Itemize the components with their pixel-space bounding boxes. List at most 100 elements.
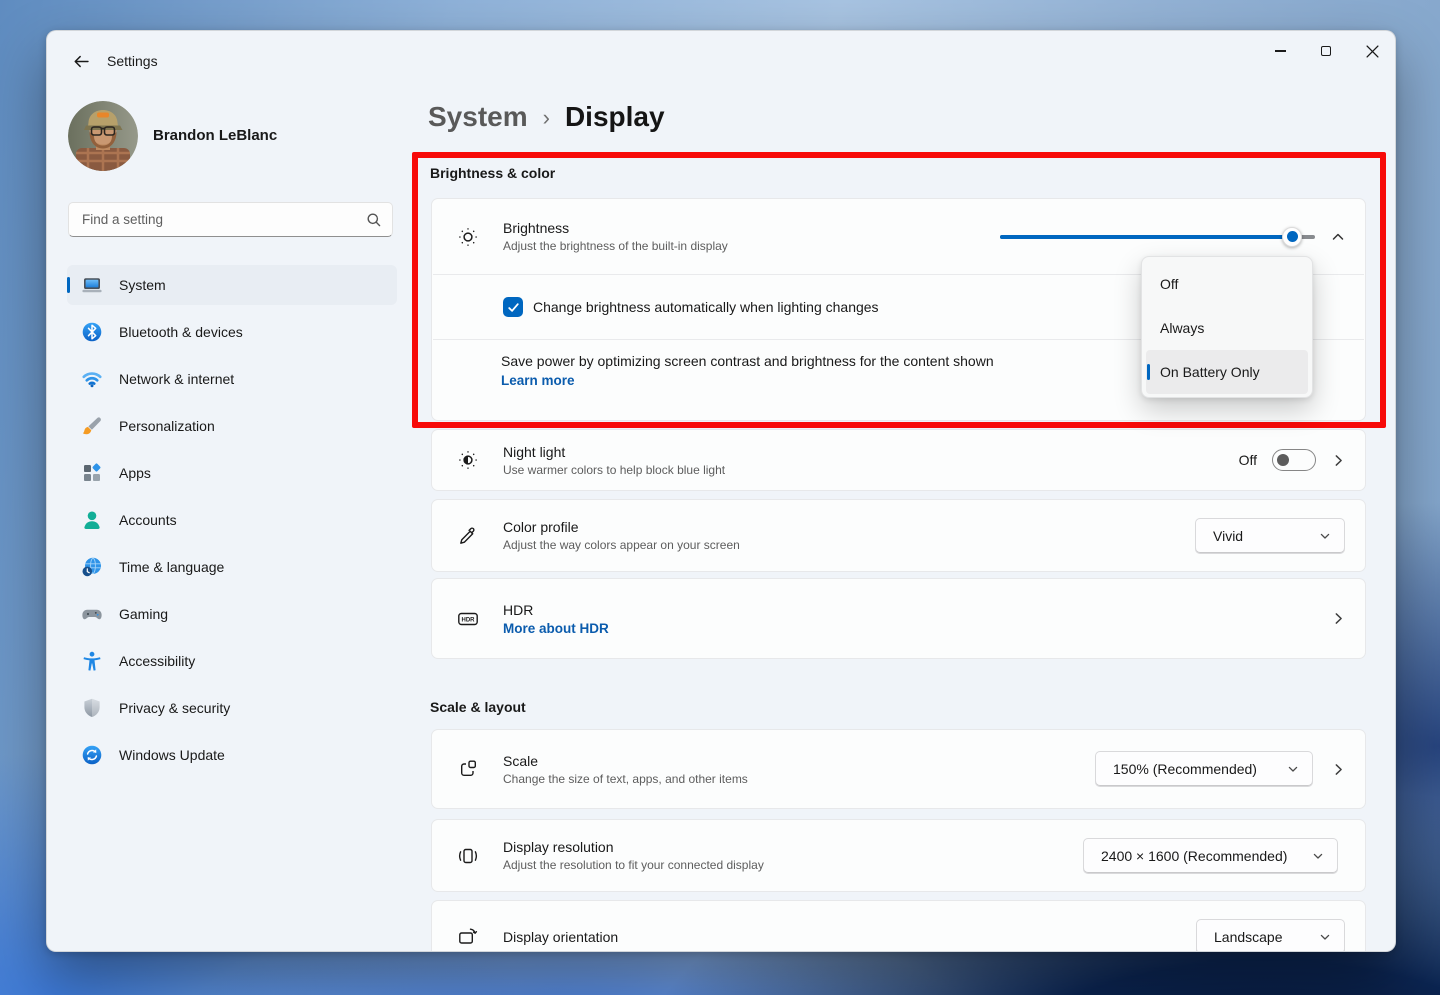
sidebar-item-gaming[interactable]: Gaming <box>67 594 397 634</box>
breadcrumb-system[interactable]: System <box>428 101 528 133</box>
flyout-option-on-battery-only[interactable]: On Battery Only <box>1146 350 1308 394</box>
personalization-brush-icon <box>81 415 103 437</box>
night-light-toggle-state: Off <box>1239 452 1257 468</box>
chevron-down-icon <box>1319 530 1331 542</box>
display-resolution-subtitle: Adjust the resolution to fit your connec… <box>503 858 764 872</box>
minimize-icon <box>1275 50 1286 51</box>
display-resolution-icon <box>457 845 479 867</box>
chevron-down-icon <box>1312 850 1324 862</box>
breadcrumb: System › Display <box>428 101 665 133</box>
brightness-title: Brightness <box>503 220 728 236</box>
sidebar-item-system[interactable]: System <box>67 265 397 305</box>
sidebar-item-label: Time & language <box>119 559 224 575</box>
night-light-chevron <box>1331 453 1345 467</box>
breadcrumb-separator-icon: › <box>543 105 550 131</box>
sidebar-item-label: Gaming <box>119 606 168 622</box>
sidebar-item-label: Accessibility <box>119 653 195 669</box>
sidebar-item-privacy-security[interactable]: Privacy & security <box>67 688 397 728</box>
display-resolution-dropdown[interactable]: 2400 × 1600 (Recommended) <box>1083 838 1338 874</box>
scale-chevron <box>1331 762 1345 776</box>
window-controls <box>1257 31 1395 71</box>
color-profile-value: Vivid <box>1213 528 1243 544</box>
settings-window: Settings <box>46 30 1396 952</box>
night-light-toggle[interactable] <box>1272 449 1316 471</box>
sidebar-item-label: Privacy & security <box>119 700 230 716</box>
section-heading-scale-layout: Scale & layout <box>430 699 526 715</box>
sidebar-item-label: Accounts <box>119 512 177 528</box>
sidebar-item-personalization[interactable]: Personalization <box>67 406 397 446</box>
chevron-down-icon <box>1287 763 1299 775</box>
avatar[interactable] <box>68 101 138 171</box>
night-light-title: Night light <box>503 444 725 460</box>
display-resolution-title: Display resolution <box>503 839 764 855</box>
hdr-icon: HDR <box>457 608 479 630</box>
night-light-subtitle: Use warmer colors to help block blue lig… <box>503 463 725 477</box>
sidebar-item-bluetooth-devices[interactable]: Bluetooth & devices <box>67 312 397 352</box>
display-orientation-dropdown[interactable]: Landscape <box>1196 919 1345 952</box>
search-box <box>68 202 393 237</box>
sidebar-item-time-language[interactable]: Time & language <box>67 547 397 587</box>
color-profile-card: Color profile Adjust the way colors appe… <box>431 499 1366 572</box>
sidebar-item-apps[interactable]: Apps <box>67 453 397 493</box>
windows-update-sync-icon <box>81 744 103 766</box>
display-orientation-title: Display orientation <box>503 929 618 945</box>
brightness-collapse-button[interactable] <box>1331 230 1345 244</box>
brightness-slider[interactable] <box>1000 227 1315 247</box>
bluetooth-icon <box>81 321 103 343</box>
time-language-globe-icon <box>81 556 103 578</box>
search-input[interactable] <box>82 212 366 227</box>
hdr-card[interactable]: HDR HDR More about HDR <box>431 578 1366 659</box>
section-heading-brightness-color: Brightness & color <box>430 165 555 181</box>
hdr-title: HDR <box>503 602 609 618</box>
scale-dropdown[interactable]: 150% (Recommended) <box>1095 751 1313 787</box>
sidebar-nav: System Bluetooth & devices Network & int… <box>67 265 397 782</box>
sidebar-item-label: Network & internet <box>119 371 234 387</box>
user-name: Brandon LeBlanc <box>153 119 277 153</box>
color-profile-title: Color profile <box>503 519 740 535</box>
accessibility-person-icon <box>81 650 103 672</box>
scale-card[interactable]: Scale Change the size of text, apps, and… <box>431 729 1366 809</box>
night-light-icon <box>457 449 479 471</box>
close-button[interactable] <box>1349 31 1395 71</box>
checkmark-icon <box>507 301 520 314</box>
flyout-option-off[interactable]: Off <box>1146 262 1308 306</box>
sidebar-item-accounts[interactable]: Accounts <box>67 500 397 540</box>
color-profile-dropdown[interactable]: Vivid <box>1195 518 1345 554</box>
sidebar-item-label: Personalization <box>119 418 215 434</box>
privacy-shield-icon <box>81 697 103 719</box>
sidebar-item-label: System <box>119 277 166 293</box>
page-title: Display <box>565 101 665 133</box>
display-orientation-icon <box>457 926 479 948</box>
brightness-subtitle: Adjust the brightness of the built-in di… <box>503 239 728 253</box>
sidebar-item-windows-update[interactable]: Windows Update <box>67 735 397 775</box>
display-orientation-card: Display orientation Landscape <box>431 900 1366 952</box>
maximize-button[interactable] <box>1303 31 1349 71</box>
chevron-right-icon <box>1332 454 1345 467</box>
chevron-up-icon <box>1331 230 1345 244</box>
brightness-slider-thumb[interactable] <box>1282 227 1302 247</box>
sidebar-item-label: Windows Update <box>119 747 225 763</box>
chevron-down-icon <box>1319 931 1331 943</box>
chevron-right-icon <box>1332 763 1345 776</box>
color-profile-subtitle: Adjust the way colors appear on your scr… <box>503 538 740 552</box>
back-button[interactable] <box>64 46 98 76</box>
display-orientation-value: Landscape <box>1214 929 1283 945</box>
auto-brightness-checkbox[interactable] <box>503 297 523 317</box>
scale-icon <box>457 758 479 780</box>
sidebar-item-accessibility[interactable]: Accessibility <box>67 641 397 681</box>
svg-text:HDR: HDR <box>462 617 476 623</box>
brightness-slider-fill <box>1000 235 1292 239</box>
display-resolution-value: 2400 × 1600 (Recommended) <box>1101 848 1287 864</box>
back-arrow-icon <box>72 52 91 71</box>
flyout-option-always[interactable]: Always <box>1146 306 1308 350</box>
sidebar-item-network-internet[interactable]: Network & internet <box>67 359 397 399</box>
minimize-button[interactable] <box>1257 31 1303 71</box>
night-light-card[interactable]: Night light Use warmer colors to help bl… <box>431 429 1366 491</box>
brightness-sun-icon <box>457 226 479 248</box>
network-wifi-icon <box>81 368 103 390</box>
search-icon <box>366 212 382 228</box>
chevron-right-icon <box>1332 612 1345 625</box>
sidebar-item-label: Bluetooth & devices <box>119 324 243 340</box>
sidebar-item-label: Apps <box>119 465 151 481</box>
more-about-hdr-link[interactable]: More about HDR <box>503 621 609 636</box>
